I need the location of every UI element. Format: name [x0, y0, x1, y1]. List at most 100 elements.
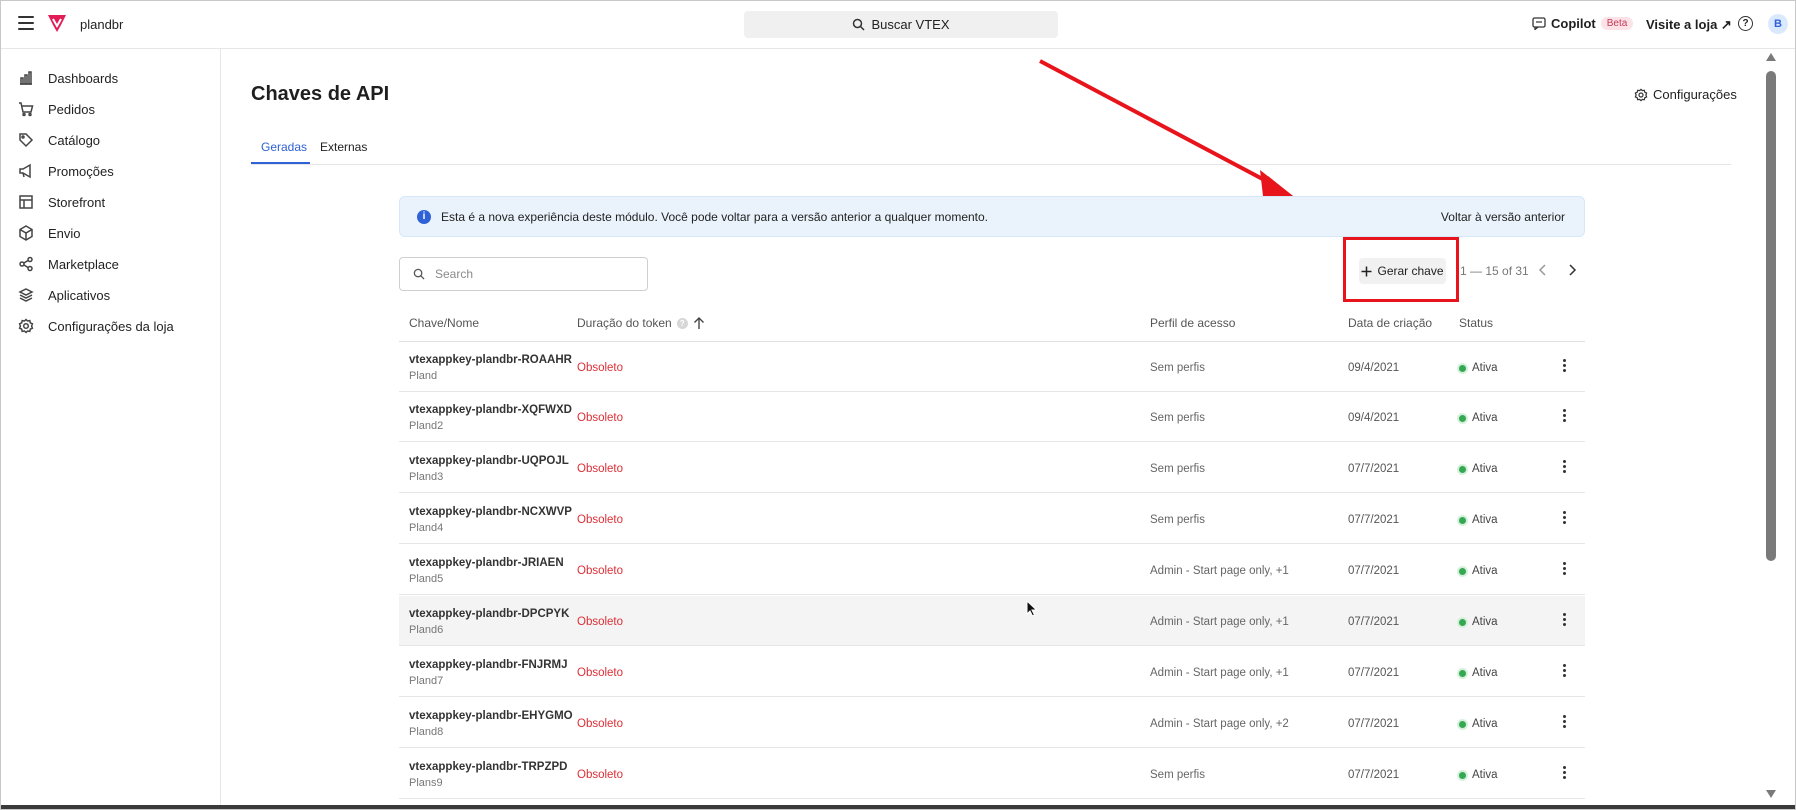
- token-duration: Obsoleto: [577, 514, 624, 526]
- key-name: Pland7: [409, 675, 444, 687]
- status-badge: Ativa: [1459, 514, 1498, 526]
- more-options-icon[interactable]: [1559, 509, 1569, 529]
- scrollbar-thumb[interactable]: [1766, 71, 1776, 561]
- tab-externas[interactable]: Externas: [320, 140, 367, 154]
- access-profile: Sem perfis: [1150, 463, 1205, 475]
- key-id: vtexappkey-plandbr-JRIAEN: [409, 557, 564, 569]
- table-row[interactable]: vtexappkey-plandbr-JRIAEN Pland5 Obsolet…: [399, 545, 1585, 595]
- creation-date: 07/7/2021: [1348, 514, 1400, 526]
- key-name: Pland: [409, 370, 438, 382]
- info-banner: i Esta é a nova experiência deste módulo…: [399, 196, 1585, 237]
- question-icon[interactable]: ?: [676, 317, 688, 329]
- key-id: vtexappkey-plandbr-FNJRMJ: [409, 659, 568, 671]
- status-label: Ativa: [1472, 667, 1498, 679]
- key-id: vtexappkey-plandbr-EHYGMO: [409, 710, 573, 722]
- global-search-button[interactable]: Buscar VTEX: [744, 11, 1058, 38]
- sidebar-item-label: Dashboards: [48, 70, 119, 86]
- table-row[interactable]: vtexappkey-plandbr-ROAAHR Pland Obsoleto…: [399, 342, 1585, 392]
- cart-icon: [19, 102, 34, 117]
- sidebar-item-marketplace[interactable]: Marketplace: [18, 256, 119, 272]
- previous-version-link[interactable]: Voltar à versão anterior: [1441, 210, 1565, 224]
- status-dot-icon: [1459, 618, 1466, 626]
- more-options-icon[interactable]: [1559, 560, 1569, 580]
- key-name: Pland6: [409, 624, 444, 636]
- more-options-icon[interactable]: [1559, 764, 1569, 784]
- key-id: vtexappkey-plandbr-XQFWXD: [409, 404, 572, 416]
- table-row[interactable]: vtexappkey-plandbr-NCXWVP Pland4 Obsolet…: [399, 494, 1585, 544]
- search-field[interactable]: [399, 257, 648, 291]
- token-duration: Obsoleto: [577, 412, 624, 424]
- scroll-down-icon[interactable]: [1766, 790, 1776, 798]
- active-tab-indicator: [251, 162, 310, 164]
- access-profile: Sem perfis: [1150, 362, 1205, 374]
- copilot-button[interactable]: Copilot Beta: [1532, 16, 1634, 31]
- bar-chart-icon: [20, 71, 32, 85]
- sidebar-item-aplicativos[interactable]: Aplicativos: [18, 287, 110, 303]
- status-badge: Ativa: [1459, 667, 1498, 679]
- layers-icon: [18, 288, 34, 302]
- tabs: Geradas Externas: [251, 136, 1731, 165]
- column-header-key[interactable]: Chave/Nome: [409, 316, 479, 330]
- token-duration: Obsoleto: [577, 463, 624, 475]
- settings-link[interactable]: Configurações: [1634, 87, 1737, 102]
- key-id: vtexappkey-plandbr-UQPOJL: [409, 455, 569, 467]
- status-badge: Ativa: [1459, 565, 1498, 577]
- token-duration: Obsoleto: [577, 718, 624, 730]
- table-row[interactable]: vtexappkey-plandbr-EHYGMO Pland8 Obsolet…: [399, 698, 1585, 748]
- sidebar-item-configuracoes-da-loja[interactable]: Configurações da loja: [18, 318, 174, 334]
- tab-geradas[interactable]: Geradas: [261, 140, 307, 154]
- more-options-icon[interactable]: [1559, 458, 1569, 478]
- column-header-label: Data de criação: [1348, 316, 1433, 330]
- pagination-info: 1 — 15 of 31: [1460, 264, 1529, 278]
- more-options-icon[interactable]: [1559, 611, 1569, 631]
- visit-store-link[interactable]: Visite a loja ↗: [1646, 17, 1732, 33]
- column-header-profile[interactable]: Perfil de acesso: [1150, 316, 1235, 330]
- chevron-left-icon[interactable]: [1535, 262, 1551, 278]
- more-options-icon[interactable]: [1559, 357, 1569, 377]
- search-icon: [853, 18, 866, 31]
- status-label: Ativa: [1472, 514, 1498, 526]
- sidebar-item-dashboards[interactable]: Dashboards: [18, 70, 118, 86]
- table-row[interactable]: vtexappkey-plandbr-XQFWXD Pland2 Obsolet…: [399, 392, 1585, 442]
- sidebar-item-storefront[interactable]: Storefront: [18, 194, 105, 210]
- token-duration: Obsoleto: [577, 769, 624, 781]
- sidebar-item-envio[interactable]: Envio: [18, 225, 81, 241]
- status-badge: Ativa: [1459, 769, 1498, 781]
- creation-date: 09/4/2021: [1348, 362, 1400, 374]
- sort-up-icon[interactable]: [693, 316, 705, 330]
- info-icon: i: [417, 210, 431, 224]
- sidebar-item-label: Storefront: [48, 194, 106, 210]
- sidebar-item-pedidos[interactable]: Pedidos: [18, 101, 95, 117]
- more-options-icon[interactable]: [1559, 713, 1569, 733]
- more-options-icon[interactable]: [1559, 407, 1569, 427]
- status-dot-icon: [1459, 771, 1466, 779]
- column-header-duration[interactable]: Duração do token ?: [577, 316, 705, 330]
- creation-date: 07/7/2021: [1348, 565, 1400, 577]
- status-label: Ativa: [1472, 463, 1498, 475]
- search-input[interactable]: [433, 266, 637, 282]
- help-icon[interactable]: ?: [1738, 16, 1753, 31]
- table-row[interactable]: vtexappkey-plandbr-UQPOJL Pland3 Obsolet…: [399, 443, 1585, 493]
- search-icon: [413, 268, 425, 280]
- access-profile: Sem perfis: [1150, 514, 1205, 526]
- table-row[interactable]: vtexappkey-plandbr-DPCPYK Pland6 Obsolet…: [399, 596, 1585, 646]
- key-id: vtexappkey-plandbr-DPCPYK: [409, 608, 570, 620]
- table-row[interactable]: vtexappkey-plandbr-FNJRMJ Pland7 Obsolet…: [399, 647, 1585, 697]
- column-header-status[interactable]: Status: [1459, 316, 1493, 330]
- status-dot-icon: [1459, 364, 1466, 372]
- creation-date: 07/7/2021: [1348, 667, 1400, 679]
- avatar[interactable]: B: [1768, 14, 1788, 34]
- menu-icon[interactable]: [18, 16, 34, 30]
- column-header-date[interactable]: Data de criação: [1348, 316, 1432, 330]
- sidebar-item-promocoes[interactable]: Promoções: [18, 163, 114, 179]
- sidebar-item-label: Envio: [48, 225, 81, 241]
- page-title: Chaves de API: [251, 83, 390, 105]
- sidebar-item-label: Catálogo: [48, 132, 101, 148]
- scroll-up-icon[interactable]: [1766, 53, 1776, 61]
- table-row[interactable]: vtexappkey-plandbr-TRPZPD Plans9 Obsolet…: [399, 749, 1585, 799]
- chevron-right-icon[interactable]: [1564, 262, 1580, 278]
- sidebar-item-label: Pedidos: [48, 101, 95, 117]
- more-options-icon[interactable]: [1559, 662, 1569, 682]
- vertical-scrollbar[interactable]: [1762, 50, 1782, 804]
- sidebar-item-catalogo[interactable]: Catálogo: [18, 132, 100, 148]
